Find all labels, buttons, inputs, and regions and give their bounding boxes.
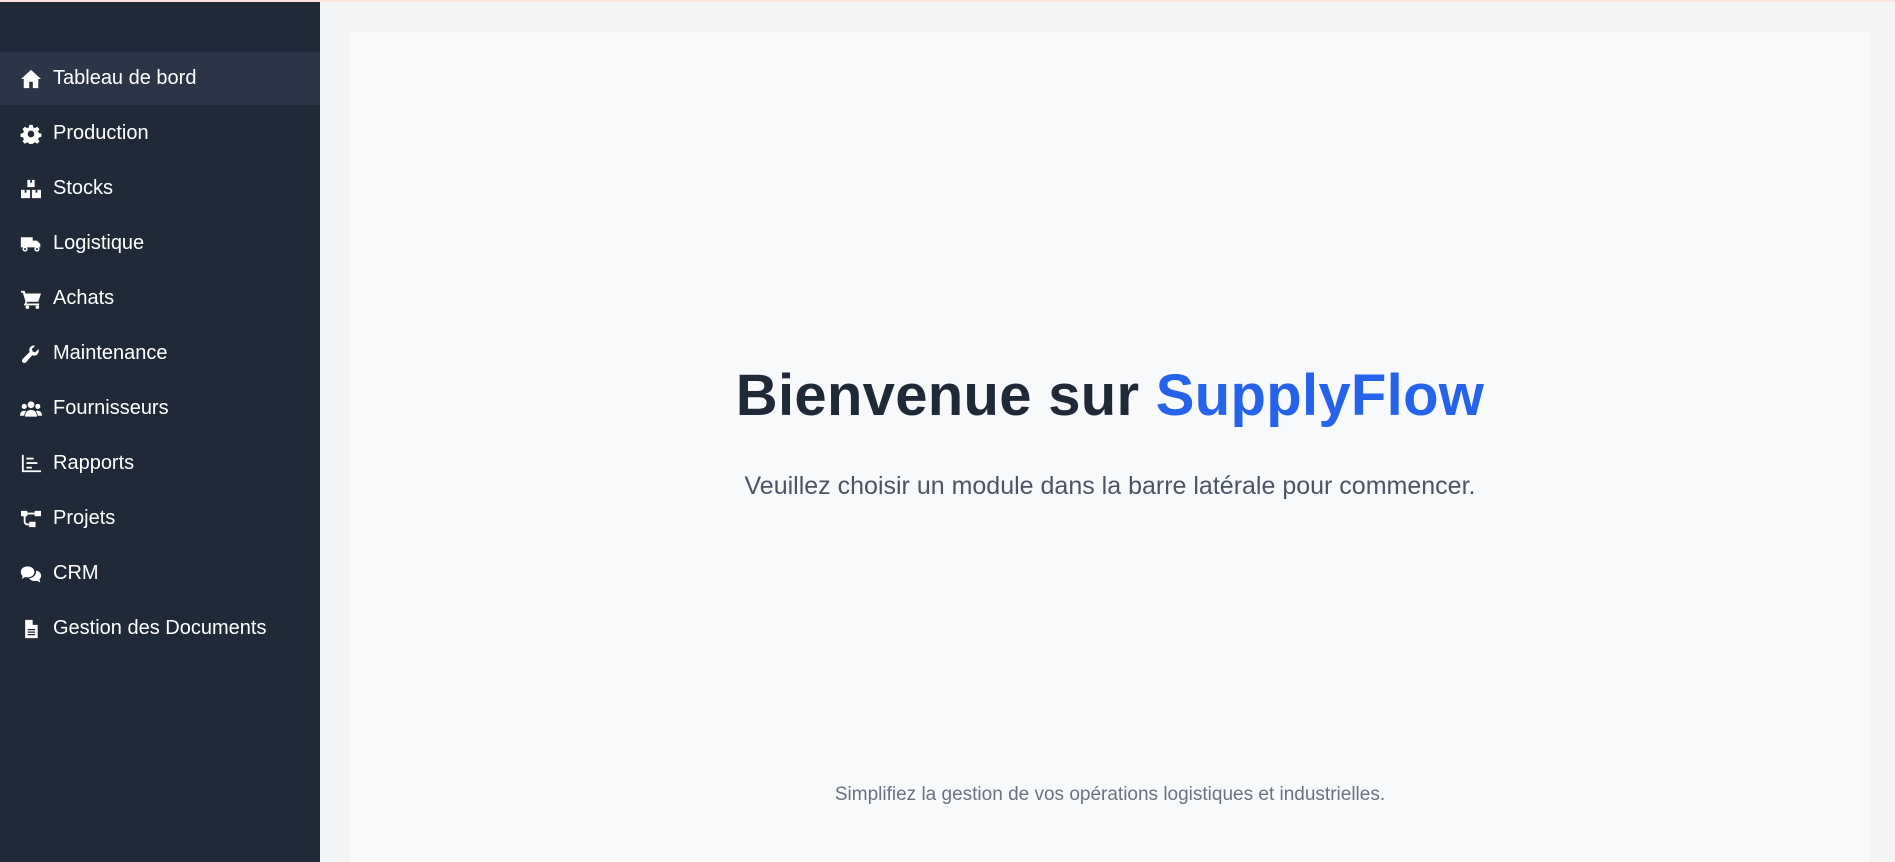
- chart-icon: [19, 453, 43, 475]
- welcome-subtitle: Veuillez choisir un module dans la barre…: [744, 472, 1476, 500]
- sitemap-icon: [19, 508, 43, 530]
- truck-icon: [19, 233, 43, 255]
- users-icon: [19, 398, 43, 420]
- sidebar-item-tableau-de-bord[interactable]: Tableau de bord: [0, 52, 320, 105]
- sidebar: Tableau de bord Production Stocks Logist…: [0, 2, 320, 862]
- sidebar-item-projets[interactable]: Projets: [0, 492, 320, 545]
- sidebar-item-logistique[interactable]: Logistique: [0, 217, 320, 270]
- brand-name: SupplyFlow: [1155, 363, 1485, 428]
- sidebar-item-production[interactable]: Production: [0, 107, 320, 160]
- home-icon: [19, 68, 43, 90]
- sidebar-item-label: Fournisseurs: [53, 397, 169, 419]
- sidebar-item-label: Achats: [53, 287, 115, 309]
- boxes-icon: [19, 178, 43, 200]
- sidebar-item-achats[interactable]: Achats: [0, 272, 320, 325]
- sidebar-item-gestion-des-documents[interactable]: Gestion des Documents: [0, 602, 320, 655]
- sidebar-item-label: Logistique: [53, 232, 145, 254]
- sidebar-item-rapports[interactable]: Rapports: [0, 437, 320, 490]
- sidebar-item-label: Tableau de bord: [53, 67, 197, 89]
- sidebar-item-label: Stocks: [53, 177, 114, 199]
- sidebar-item-label: Maintenance: [53, 342, 168, 364]
- footer-tagline: Simplifiez la gestion de vos opérations …: [834, 784, 1386, 805]
- comments-icon: [19, 563, 43, 585]
- document-icon: [19, 618, 43, 640]
- cart-icon: [19, 288, 43, 310]
- sidebar-item-stocks[interactable]: Stocks: [0, 162, 320, 215]
- sidebar-item-crm[interactable]: CRM: [0, 547, 320, 600]
- sidebar-item-label: Gestion des Documents: [53, 617, 267, 639]
- sidebar-item-label: Projets: [53, 507, 116, 529]
- welcome-prefix: Bienvenue sur: [735, 363, 1156, 428]
- welcome-heading: Bienvenue sur SupplyFlow: [350, 362, 1870, 429]
- gear-icon: [19, 123, 43, 145]
- sidebar-item-maintenance[interactable]: Maintenance: [0, 327, 320, 380]
- sidebar-item-fournisseurs[interactable]: Fournisseurs: [0, 382, 320, 435]
- sidebar-item-label: Rapports: [53, 452, 135, 474]
- main-content: Bienvenue sur SupplyFlow Veuillez choisi…: [350, 32, 1870, 862]
- sidebar-item-label: Production: [53, 122, 149, 144]
- sidebar-item-label: CRM: [53, 562, 99, 584]
- wrench-icon: [19, 343, 43, 365]
